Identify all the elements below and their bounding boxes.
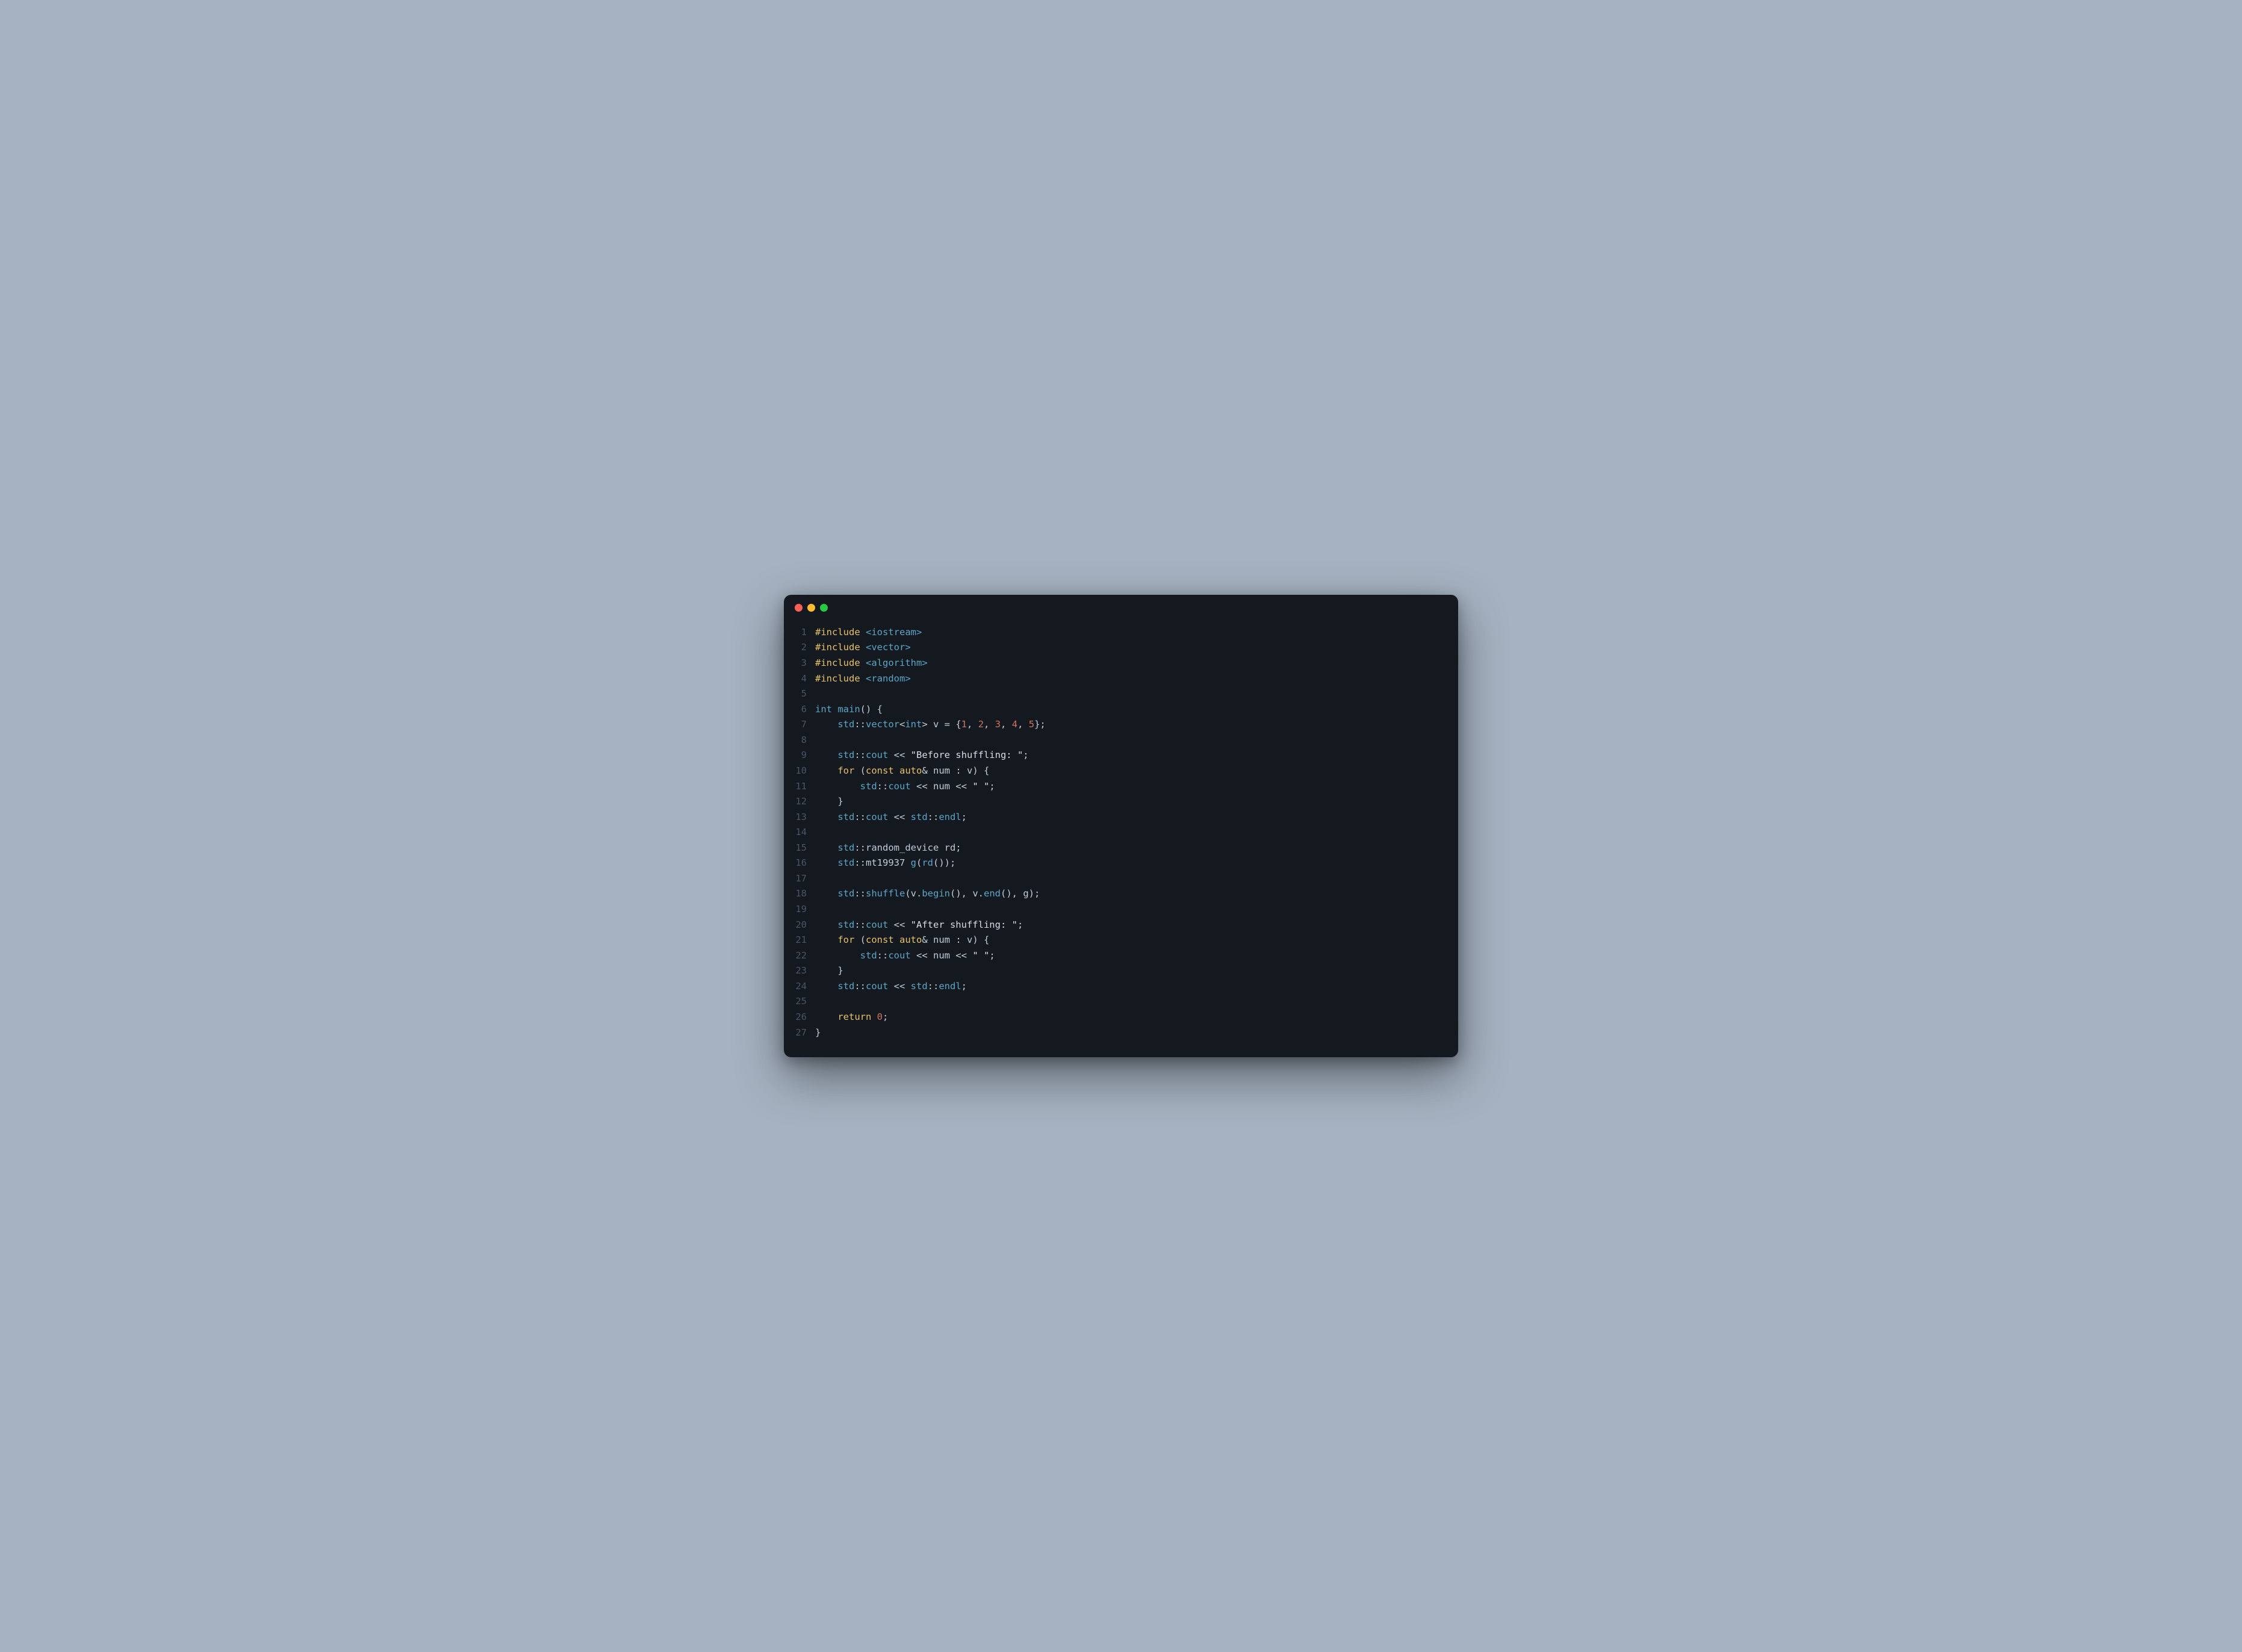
maximize-icon[interactable]	[820, 604, 828, 612]
line-number: 12	[784, 794, 815, 810]
line-number: 20	[784, 918, 815, 933]
code-line: 22 std::cout << num << " ";	[784, 948, 1458, 964]
line-number: 13	[784, 810, 815, 825]
code-line: 17	[784, 871, 1458, 887]
code-line: 14	[784, 825, 1458, 840]
code-content[interactable]: std::cout << std::endl;	[815, 810, 1458, 825]
code-line: 11 std::cout << num << " ";	[784, 779, 1458, 795]
code-content[interactable]: std::cout << num << " ";	[815, 948, 1458, 964]
code-content[interactable]	[815, 871, 1458, 887]
line-number: 16	[784, 856, 815, 871]
line-number: 23	[784, 963, 815, 979]
code-content[interactable]: std::shuffle(v.begin(), v.end(), g);	[815, 886, 1458, 902]
code-line: 27}	[784, 1025, 1458, 1041]
code-content[interactable]: std::cout << "Before shuffling: ";	[815, 748, 1458, 763]
code-content[interactable]: std::cout << std::endl;	[815, 979, 1458, 995]
code-content[interactable]: return 0;	[815, 1010, 1458, 1025]
code-content[interactable]	[815, 902, 1458, 918]
code-content[interactable]: }	[815, 963, 1458, 979]
code-content[interactable]: #include <algorithm>	[815, 656, 1458, 671]
line-number: 5	[784, 686, 815, 702]
line-number: 14	[784, 825, 815, 840]
code-editor[interactable]: 1#include <iostream>2#include <vector>3#…	[784, 621, 1458, 1057]
code-line: 12 }	[784, 794, 1458, 810]
line-number: 10	[784, 763, 815, 779]
line-number: 22	[784, 948, 815, 964]
line-number: 25	[784, 994, 815, 1010]
code-line: 19	[784, 902, 1458, 918]
code-content[interactable]: #include <random>	[815, 671, 1458, 687]
code-line: 5	[784, 686, 1458, 702]
code-content[interactable]: std::cout << num << " ";	[815, 779, 1458, 795]
line-number: 2	[784, 640, 815, 656]
code-line: 10 for (const auto& num : v) {	[784, 763, 1458, 779]
code-window: 1#include <iostream>2#include <vector>3#…	[784, 595, 1458, 1057]
code-line: 8	[784, 733, 1458, 748]
code-content[interactable]: for (const auto& num : v) {	[815, 763, 1458, 779]
code-line: 18 std::shuffle(v.begin(), v.end(), g);	[784, 886, 1458, 902]
line-number: 18	[784, 886, 815, 902]
line-number: 1	[784, 625, 815, 641]
code-content[interactable]: }	[815, 1025, 1458, 1041]
code-content[interactable]: for (const auto& num : v) {	[815, 933, 1458, 948]
code-line: 6int main() {	[784, 702, 1458, 718]
code-content[interactable]: std::random_device rd;	[815, 840, 1458, 856]
code-line: 13 std::cout << std::endl;	[784, 810, 1458, 825]
code-line: 15 std::random_device rd;	[784, 840, 1458, 856]
code-content[interactable]: std::vector<int> v = {1, 2, 3, 4, 5};	[815, 717, 1458, 733]
minimize-icon[interactable]	[807, 604, 815, 612]
code-content[interactable]: int main() {	[815, 702, 1458, 718]
code-line: 25	[784, 994, 1458, 1010]
line-number: 11	[784, 779, 815, 795]
line-number: 17	[784, 871, 815, 887]
code-line: 20 std::cout << "After shuffling: ";	[784, 918, 1458, 933]
line-number: 4	[784, 671, 815, 687]
code-content[interactable]: }	[815, 794, 1458, 810]
code-line: 23 }	[784, 963, 1458, 979]
line-number: 15	[784, 840, 815, 856]
line-number: 26	[784, 1010, 815, 1025]
code-line: 9 std::cout << "Before shuffling: ";	[784, 748, 1458, 763]
line-number: 7	[784, 717, 815, 733]
line-number: 19	[784, 902, 815, 918]
line-number: 9	[784, 748, 815, 763]
code-line: 21 for (const auto& num : v) {	[784, 933, 1458, 948]
code-line: 7 std::vector<int> v = {1, 2, 3, 4, 5};	[784, 717, 1458, 733]
code-content[interactable]	[815, 994, 1458, 1010]
code-content[interactable]: #include <iostream>	[815, 625, 1458, 641]
code-line: 24 std::cout << std::endl;	[784, 979, 1458, 995]
code-line: 1#include <iostream>	[784, 625, 1458, 641]
code-content[interactable]: #include <vector>	[815, 640, 1458, 656]
close-icon[interactable]	[795, 604, 803, 612]
line-number: 6	[784, 702, 815, 718]
line-number: 21	[784, 933, 815, 948]
code-content[interactable]	[815, 733, 1458, 748]
code-content[interactable]	[815, 825, 1458, 840]
line-number: 3	[784, 656, 815, 671]
line-number: 8	[784, 733, 815, 748]
code-line: 2#include <vector>	[784, 640, 1458, 656]
titlebar	[784, 595, 1458, 621]
line-number: 27	[784, 1025, 815, 1041]
code-line: 4#include <random>	[784, 671, 1458, 687]
code-content[interactable]: std::mt19937 g(rd());	[815, 856, 1458, 871]
code-line: 26 return 0;	[784, 1010, 1458, 1025]
code-content[interactable]: std::cout << "After shuffling: ";	[815, 918, 1458, 933]
line-number: 24	[784, 979, 815, 995]
code-line: 16 std::mt19937 g(rd());	[784, 856, 1458, 871]
code-content[interactable]	[815, 686, 1458, 702]
code-line: 3#include <algorithm>	[784, 656, 1458, 671]
